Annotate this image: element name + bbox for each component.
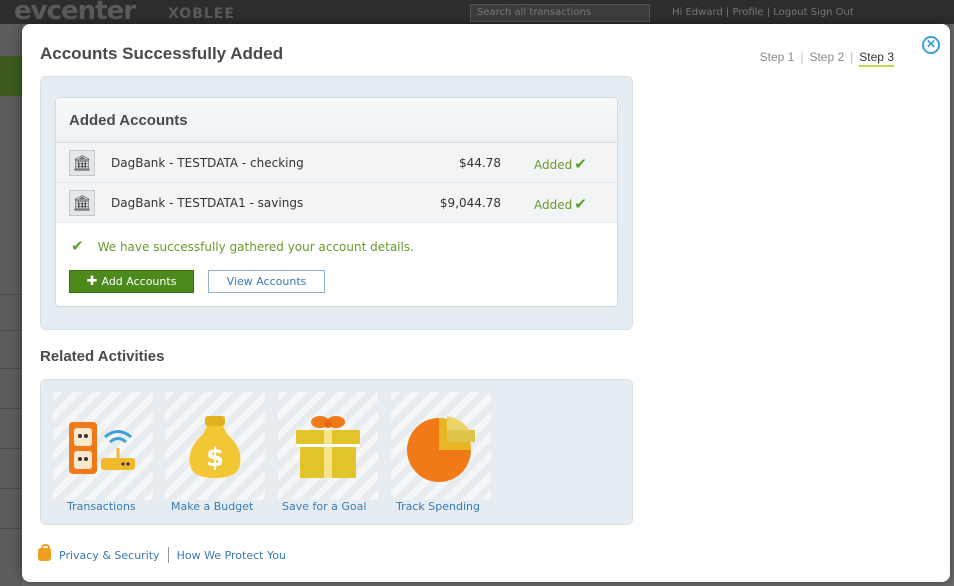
transactions-tile[interactable] (53, 392, 153, 500)
related-activities-title: Related Activities (40, 348, 165, 365)
account-status: Added ✔ (534, 195, 587, 213)
make-a-budget-link[interactable]: Make a Budget (171, 500, 253, 513)
added-accounts-card: Added Accounts 🏛 DagBank - TESTDATA - ch… (55, 97, 618, 307)
step-1: Step 1 (759, 50, 795, 64)
money-bag-icon: $ (189, 416, 241, 478)
background-green-strip (0, 56, 22, 96)
account-name: DagBank - TESTDATA1 - savings (111, 196, 304, 210)
step-3-active: Step 3 (859, 50, 894, 67)
goal-tile[interactable] (278, 392, 378, 500)
step-indicator: Step 1 | Step 2 | Step 3 (759, 50, 894, 67)
lock-icon (38, 544, 51, 561)
view-accounts-button[interactable]: View Accounts (208, 270, 325, 293)
account-status-label: Added (534, 158, 573, 172)
add-accounts-label: Add Accounts (101, 275, 177, 288)
gift-icon (296, 416, 360, 478)
background-search-input: Search all transactions (470, 4, 650, 22)
add-accounts-button[interactable]: ✚ Add Accounts (69, 270, 194, 293)
checkmark-icon: ✔ (574, 195, 587, 213)
bank-icon: 🏛 (69, 150, 95, 176)
accounts-added-modal: Accounts Successfully Added Step 1 | Step … (22, 24, 950, 582)
pie-chart-icon (407, 416, 475, 482)
success-message: ✔ We have successfully gathered your acco… (69, 237, 414, 255)
close-icon[interactable]: ✕ (922, 36, 940, 54)
background-logo: evcenter (14, 0, 136, 26)
background-sidebar (0, 24, 22, 586)
bank-icon: 🏛 (69, 190, 95, 216)
plus-icon: ✚ (86, 274, 98, 289)
account-name: DagBank - TESTDATA - checking (111, 156, 304, 170)
background-header: evcenter XOBLEE Search all transactions … (0, 0, 954, 26)
accounts-panel: Added Accounts 🏛 DagBank - TESTDATA - ch… (40, 76, 633, 330)
account-status: Added ✔ (534, 155, 587, 173)
account-balance: $44.78 (459, 156, 501, 170)
checkmark-icon: ✔ (574, 155, 587, 173)
account-row: 🏛 DagBank - TESTDATA - checking $44.78 A… (56, 143, 617, 183)
how-we-protect-you-link[interactable]: How We Protect You (177, 549, 286, 562)
modal-footer: Privacy & Security How We Protect You (38, 544, 286, 563)
save-for-a-goal-link[interactable]: Save for a Goal (282, 500, 366, 513)
privacy-security-link[interactable]: Privacy & Security (59, 549, 160, 562)
background-nav: Hi Edward | Profile | Logout Sign Out (672, 7, 854, 18)
account-balance: $9,044.78 (439, 196, 501, 210)
transactions-link[interactable]: Transactions (67, 500, 136, 513)
svg-text:$: $ (206, 443, 224, 473)
modal-title: Accounts Successfully Added (40, 44, 284, 63)
footer-divider (167, 547, 169, 563)
account-status-label: Added (534, 198, 573, 212)
account-row: 🏛 DagBank - TESTDATA1 - savings $9,044.7… (56, 183, 617, 223)
spending-tile[interactable] (391, 392, 491, 500)
added-accounts-heading: Added Accounts (56, 98, 617, 143)
success-message-text: We have successfully gathered your accou… (97, 240, 414, 254)
background-brand: XOBLEE (168, 6, 235, 22)
checkmark-icon: ✔ (71, 237, 84, 255)
outlet-wifi-icon (69, 422, 135, 474)
related-activities-panel: Transactions $ Make a Budget Save for a … (40, 379, 633, 525)
budget-tile[interactable]: $ (165, 392, 265, 500)
step-2: Step 2 (809, 50, 845, 64)
track-spending-link[interactable]: Track Spending (396, 500, 480, 513)
